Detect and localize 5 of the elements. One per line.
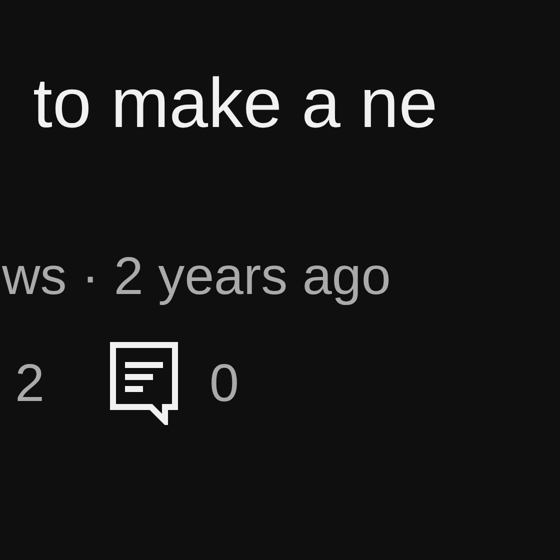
comment-count: 0 [209,356,239,410]
comment-icon[interactable] [109,341,180,425]
count-text: 2 [15,356,44,410]
video-meta: ws · 2 years ago [1,246,392,303]
video-title: to make a ne [32,63,439,138]
